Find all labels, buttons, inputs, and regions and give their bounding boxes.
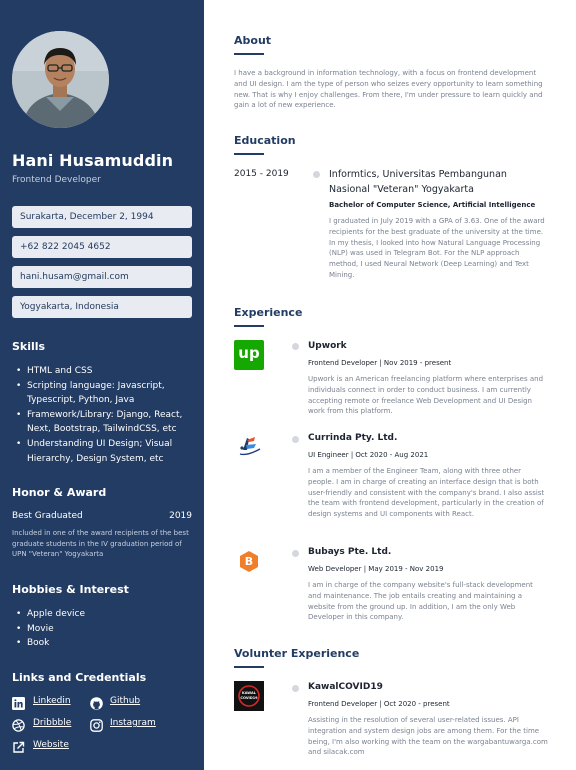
volunteer-underline <box>234 666 264 668</box>
experience-company: Upwork <box>308 341 347 351</box>
experience-subtitle: UI Engineer | Oct 2020 - Aug 2021 <box>308 451 429 459</box>
skill-item: Understanding UI Design; Visual Hierarch… <box>16 437 196 466</box>
profile-name: Hani Husamuddin <box>12 151 174 170</box>
education-underline <box>234 153 264 155</box>
education-text: I graduated in July 2019 with a GPA of 3… <box>329 217 545 279</box>
dribbble-link[interactable]: Dribbble <box>33 718 71 728</box>
hobbies-heading: Hobbies & Interest <box>12 583 129 596</box>
github-link[interactable]: Github <box>110 696 140 706</box>
about-underline <box>234 53 264 55</box>
experience-text: Upwork is an American freelancing platfo… <box>308 375 544 416</box>
hobby-item: Movie <box>16 622 196 637</box>
instagram-icon <box>90 717 103 732</box>
experience-company: Bubays Pte. Ltd. <box>308 547 392 557</box>
volunteer-subtitle: Frontend Developer | Oct 2020 - present <box>308 700 450 708</box>
education-years: 2015 - 2019 <box>234 169 289 179</box>
honor-heading: Honor & Award <box>12 486 107 499</box>
experience-text: I am a member of the Engineer Team, alon… <box>308 467 545 519</box>
upwork-logo: up <box>234 340 264 370</box>
kawalcovid-logo: KAWAL COVID19 <box>234 681 264 711</box>
sidebar: Hani Husamuddin Frontend Developer Surak… <box>0 0 204 770</box>
github-icon <box>90 695 103 710</box>
skills-list: HTML and CSS Scripting language: Javascr… <box>16 364 196 466</box>
phone-info: +62 822 2045 4652 <box>12 236 192 258</box>
links-heading: Links and Credentials <box>12 671 147 684</box>
volunteer-heading: Volunter Experience <box>234 647 360 660</box>
education-heading: Education <box>234 134 296 147</box>
experience-subtitle: Frontend Developer | Nov 2019 - present <box>308 359 452 367</box>
instagram-link[interactable]: Instagram <box>110 718 156 728</box>
profile-photo <box>12 31 109 128</box>
birth-info: Surakarta, December 2, 1994 <box>12 206 192 228</box>
experience-underline <box>234 325 264 327</box>
dribbble-icon <box>12 717 25 732</box>
email-info: hani.husam@gmail.com <box>12 266 192 288</box>
timeline-dot <box>292 685 299 692</box>
hobby-item: Book <box>16 636 196 651</box>
experience-heading: Experience <box>234 306 303 319</box>
volunteer-text: Assisting in the resolution of several u… <box>308 716 548 757</box>
education-school: Informtics, Universitas Pembangunan Nasi… <box>329 169 507 195</box>
honor-description: Included in one of the award recipients … <box>12 529 189 558</box>
hobbies-list: Apple device Movie Book <box>16 607 196 651</box>
volunteer-company: KawalCOVID19 <box>308 682 383 692</box>
timeline-dot <box>292 436 299 443</box>
skills-heading: Skills <box>12 340 46 353</box>
honor-year: 2019 <box>169 511 192 521</box>
about-text: I have a background in information techn… <box>234 69 543 110</box>
skill-item: Scripting language: Javascript, Typescri… <box>16 379 196 408</box>
hobby-item: Apple device <box>16 607 196 622</box>
timeline-dot <box>313 171 320 178</box>
timeline-dot <box>292 550 299 557</box>
external-link-icon <box>12 739 25 753</box>
education-degree: Bachelor of Computer Science, Artificial… <box>329 201 536 209</box>
linkedin-link[interactable]: Linkedin <box>33 696 71 706</box>
currinda-logo <box>234 432 264 462</box>
skill-item: HTML and CSS <box>16 364 196 379</box>
timeline-dot <box>292 343 299 350</box>
website-link[interactable]: Website <box>33 740 69 750</box>
experience-text: I am in charge of the company website's … <box>308 581 533 622</box>
profile-role: Frontend Developer <box>12 175 101 185</box>
bubays-logo: B <box>234 547 264 577</box>
skill-item: Framework/Library: Django, React, Next, … <box>16 408 196 437</box>
honor-title: Best Graduated <box>12 511 83 521</box>
about-heading: About <box>234 34 272 47</box>
location-info: Yogyakarta, Indonesia <box>12 296 192 318</box>
experience-company: Currinda Pty. Ltd. <box>308 433 398 443</box>
experience-subtitle: Web Developer | May 2019 - Nov 2019 <box>308 565 444 573</box>
linkedin-icon <box>12 695 25 710</box>
honor-row: Best Graduated 2019 <box>12 511 192 521</box>
